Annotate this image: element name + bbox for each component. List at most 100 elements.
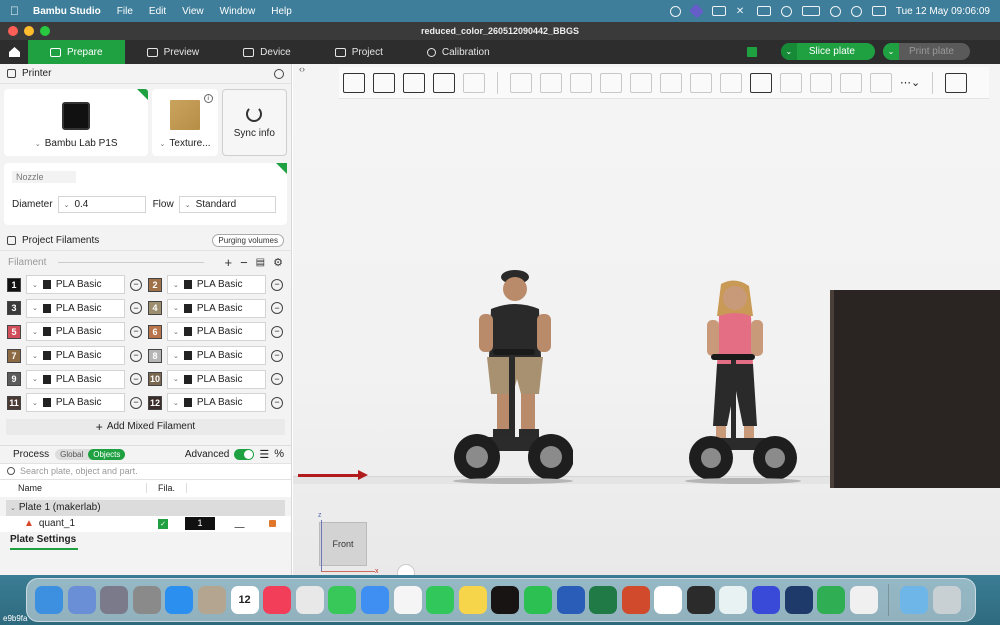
seam-paint-icon[interactable] xyxy=(720,72,742,93)
list-icon[interactable]: ☰ xyxy=(259,448,269,461)
remove-filament-icon[interactable]: − xyxy=(271,302,283,315)
remove-filament-icon[interactable]: − xyxy=(130,325,142,338)
dock-preview-icon[interactable] xyxy=(67,586,96,614)
dock-excel-icon[interactable] xyxy=(589,586,618,614)
filament-number-swatch[interactable]: 12 xyxy=(148,395,162,410)
remove-filament-icon[interactable]: − xyxy=(240,255,248,270)
filament-type-select[interactable]: ⌄ PLA Basic xyxy=(167,275,266,295)
remove-filament-icon[interactable]: − xyxy=(130,278,142,291)
dock-photos-icon[interactable] xyxy=(393,586,422,614)
filament-number-swatch[interactable]: 4 xyxy=(148,301,162,316)
add-plate-icon[interactable] xyxy=(373,72,395,93)
object-row[interactable]: ▲ quant_1 ✓ 1 xyxy=(0,515,291,532)
scale-icon[interactable] xyxy=(570,72,592,93)
screen-mirror-icon[interactable] xyxy=(711,6,726,16)
filament-number-swatch[interactable]: 9 xyxy=(7,372,21,387)
lay-on-face-icon[interactable] xyxy=(600,72,622,93)
flow-select[interactable]: ⌄ Standard xyxy=(178,196,276,213)
dock-chrome-icon[interactable] xyxy=(295,586,324,614)
tab-prepare[interactable]: Prepare xyxy=(28,40,125,64)
bambu-status-icon[interactable] xyxy=(688,3,704,19)
plate-row[interactable]: ⌄ Plate 1 (makerlab) xyxy=(6,499,285,516)
sync-info-button[interactable]: Sync info xyxy=(221,89,287,156)
segway-rider-man[interactable] xyxy=(443,269,573,487)
layout-toggle-icon[interactable] xyxy=(746,46,757,57)
slice-plate-button[interactable]: ⌄ Slice plate xyxy=(780,43,875,60)
remove-filament-icon[interactable]: − xyxy=(271,325,283,338)
apple-menu-icon[interactable]:  xyxy=(10,4,19,18)
info-icon[interactable]: i xyxy=(203,94,213,103)
remove-filament-icon[interactable]: − xyxy=(271,396,283,409)
remove-filament-icon[interactable]: − xyxy=(130,373,142,386)
filament-number-swatch[interactable]: 5 xyxy=(7,324,21,339)
wifi-icon[interactable] xyxy=(829,5,841,17)
plate-type-card[interactable]: i ⌄ Texture... xyxy=(152,89,218,156)
dock-word-icon[interactable] xyxy=(556,586,585,614)
remove-filament-icon[interactable]: − xyxy=(271,373,283,386)
object-filament-tag[interactable]: 1 xyxy=(185,516,215,530)
dock-whatsapp-icon[interactable] xyxy=(523,586,552,614)
search-icon[interactable] xyxy=(850,5,862,17)
filament-type-select[interactable]: ⌄ PLA Basic xyxy=(26,322,125,342)
lock-icon[interactable] xyxy=(269,519,276,527)
dock-trash-icon[interactable] xyxy=(932,586,961,614)
filament-type-select[interactable]: ⌄ PLA Basic xyxy=(167,393,266,413)
print-plate-button[interactable]: ⌄ Print plate xyxy=(882,43,970,60)
split-layout-icon[interactable] xyxy=(463,72,485,93)
vpn-status-icon[interactable] xyxy=(669,5,681,17)
menu-edit[interactable]: Edit xyxy=(149,6,166,17)
boolean-icon[interactable] xyxy=(660,72,682,93)
dock-music-icon[interactable] xyxy=(263,586,292,614)
filament-number-swatch[interactable]: 6 xyxy=(148,324,162,339)
dock-messages-icon[interactable] xyxy=(328,586,357,614)
support-paint-icon[interactable] xyxy=(690,72,712,93)
add-mixed-filament-button[interactable]: + Add Mixed Filament xyxy=(6,418,285,435)
dock-spotify-icon[interactable] xyxy=(491,586,520,614)
dock-surfshark-icon[interactable] xyxy=(719,586,748,614)
filament-number-swatch[interactable]: 2 xyxy=(148,277,162,292)
zoom-to-fit-icon[interactable] xyxy=(397,564,415,575)
menubar-clock[interactable]: Tue 12 May 09:06:09 xyxy=(896,6,990,17)
remove-filament-icon[interactable]: − xyxy=(130,396,142,409)
remove-filament-icon[interactable]: − xyxy=(271,349,283,362)
more-tools-icon[interactable]: ⋯⌄ xyxy=(900,76,920,89)
dock-app-store-icon[interactable] xyxy=(165,586,194,614)
dock-bambu-studio-icon[interactable] xyxy=(784,586,813,614)
advanced-toggle[interactable] xyxy=(234,448,255,460)
dock-downloads-folder-icon[interactable] xyxy=(900,586,929,614)
svg-icon[interactable] xyxy=(780,72,802,93)
menu-view[interactable]: View xyxy=(182,6,204,17)
seg-objects[interactable]: Objects xyxy=(88,448,126,460)
dock-calendar-icon[interactable]: 12 xyxy=(230,586,259,614)
slice-dropdown-chevron-icon[interactable]: ⌄ xyxy=(780,43,797,60)
add-object-icon[interactable] xyxy=(343,72,365,93)
remove-filament-icon[interactable]: − xyxy=(130,302,142,315)
dock-system-settings-icon[interactable] xyxy=(132,586,161,614)
filament-type-select[interactable]: ⌄ PLA Basic xyxy=(167,298,266,318)
remove-filament-icon[interactable]: − xyxy=(271,278,283,291)
plate-settings-tab[interactable]: Plate Settings xyxy=(0,532,291,548)
printer-select-card[interactable]: ⌄ Bambu Lab P1S xyxy=(4,89,149,156)
support-paint-icon[interactable] xyxy=(234,518,248,528)
text-icon[interactable] xyxy=(750,72,772,93)
filament-sync-icon[interactable]: ▤ xyxy=(256,257,265,268)
auto-orient-icon[interactable] xyxy=(403,72,425,93)
dock-launchpad-icon[interactable] xyxy=(100,586,129,614)
tab-device[interactable]: Device xyxy=(221,40,313,64)
filament-type-select[interactable]: ⌄ PLA Basic xyxy=(26,393,125,413)
return-to-view-icon[interactable] xyxy=(945,72,968,93)
add-filament-icon[interactable]: + xyxy=(224,255,232,270)
control-center-icon[interactable] xyxy=(871,6,886,16)
dock-bambu-network-icon[interactable] xyxy=(752,586,781,614)
filament-number-swatch[interactable]: 11 xyxy=(7,395,21,410)
warning-icon[interactable]: ▲ xyxy=(24,518,34,529)
filament-type-select[interactable]: ⌄ PLA Basic xyxy=(167,346,266,366)
dock-teams-icon[interactable] xyxy=(654,586,683,614)
view-cube-front[interactable]: Front xyxy=(319,522,367,566)
filament-number-swatch[interactable]: 3 xyxy=(7,301,21,316)
variable-layer-icon[interactable] xyxy=(870,72,892,93)
home-button[interactable] xyxy=(0,40,28,64)
arrange-icon[interactable] xyxy=(433,72,455,93)
printer-settings-gear-icon[interactable] xyxy=(274,68,284,79)
minimize-window-button[interactable] xyxy=(24,26,34,36)
